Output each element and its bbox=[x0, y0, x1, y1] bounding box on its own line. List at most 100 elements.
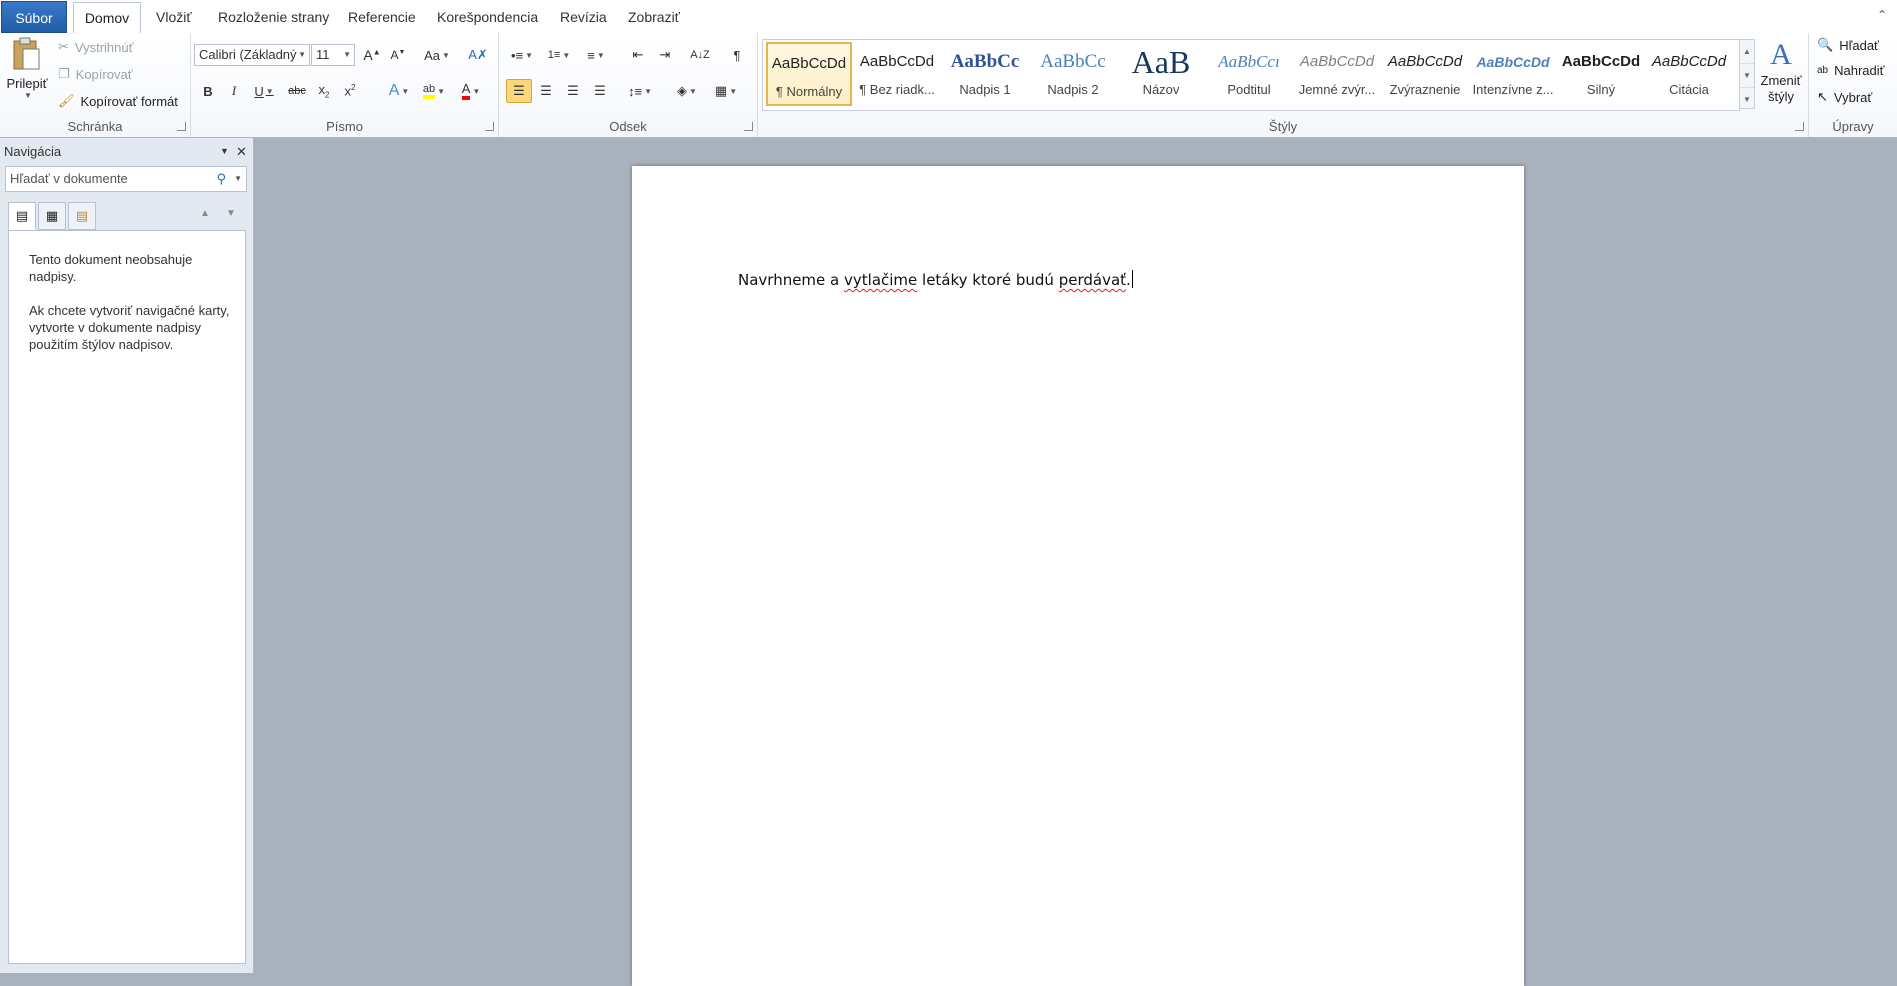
numbering-button[interactable]: 1≡ ▼ bbox=[542, 43, 576, 67]
style-no-spacing[interactable]: AaBbCcDd ¶ Bez riadk... bbox=[854, 42, 940, 106]
tab-insert[interactable]: Vložiť bbox=[146, 4, 202, 32]
highlight-button[interactable]: ab ▼ bbox=[417, 79, 451, 103]
text-effects-button[interactable]: A ▼ bbox=[384, 79, 414, 103]
style-normal[interactable]: AaBbCcDd ¶ Normálny bbox=[766, 42, 852, 106]
tab-review[interactable]: Revízia bbox=[550, 4, 617, 32]
change-styles-button[interactable]: A Zmeniť štýly bbox=[1758, 37, 1804, 117]
next-heading-icon[interactable]: ▼ bbox=[226, 208, 236, 219]
show-formatting-button[interactable]: ¶ bbox=[724, 43, 750, 67]
find-button[interactable]: 🔍 Hľadať bbox=[1817, 37, 1879, 53]
style-name: Zvýraznenie bbox=[1389, 82, 1461, 97]
group-label-paragraph: Odsek bbox=[609, 119, 647, 134]
clipboard-launcher-icon[interactable] bbox=[177, 122, 186, 131]
line-spacing-icon: ↕≡ bbox=[627, 83, 643, 99]
shading-button[interactable]: ◈ ▼ bbox=[669, 79, 705, 103]
styles-launcher-icon[interactable] bbox=[1795, 122, 1804, 131]
document-page[interactable]: Navrhneme a vytlačime letáky ktoré budú … bbox=[632, 166, 1524, 986]
nav-options-icon[interactable]: ▼ bbox=[220, 146, 229, 156]
binoculars-icon: 🔍 bbox=[1817, 37, 1834, 52]
chevron-down-icon: ▼ bbox=[298, 50, 306, 59]
tab-file[interactable]: Súbor bbox=[1, 1, 67, 33]
align-left-button[interactable]: ☰ bbox=[506, 79, 532, 103]
style-heading-1[interactable]: AaBbCc Nadpis 1 bbox=[942, 42, 1028, 106]
style-intense-emphasis[interactable]: AaBbCcDd Intenzívne z... bbox=[1470, 42, 1556, 106]
tab-page-layout[interactable]: Rozloženie strany bbox=[208, 4, 339, 32]
align-center-button[interactable]: ☰ bbox=[533, 79, 559, 103]
gallery-more-icon[interactable]: ▼ bbox=[1740, 88, 1754, 111]
underline-button[interactable]: U ▼ bbox=[247, 79, 281, 103]
clear-formatting-button[interactable]: A✗ bbox=[465, 43, 491, 67]
style-emphasis[interactable]: AaBbCcDd Zvýraznenie bbox=[1382, 42, 1468, 106]
shrink-font-button[interactable]: A▼ bbox=[385, 43, 411, 67]
line-spacing-button[interactable]: ↕≡ ▼ bbox=[623, 79, 657, 103]
style-title[interactable]: AaB Názov bbox=[1118, 42, 1204, 106]
font-launcher-icon[interactable] bbox=[485, 122, 494, 131]
style-subtitle[interactable]: AaBbCcı Podtitul bbox=[1206, 42, 1292, 106]
font-name-combo[interactable]: Calibri (Základný ▼ bbox=[194, 44, 310, 66]
style-quote[interactable]: AaBbCcDd Citácia bbox=[1646, 42, 1732, 106]
cut-button[interactable]: ✂ Vystrihnúť bbox=[58, 39, 134, 55]
replace-button[interactable]: ab Nahradiť bbox=[1817, 63, 1885, 78]
tab-headings[interactable]: ▤ bbox=[8, 202, 36, 230]
decrease-indent-button[interactable]: ⇤ bbox=[625, 43, 651, 67]
sort-button[interactable]: A↓Z bbox=[687, 43, 713, 67]
style-name: Nadpis 2 bbox=[1047, 82, 1099, 97]
copy-button[interactable]: ❐ Kopírovať bbox=[58, 66, 133, 82]
group-editing: 🔍 Hľadať ab Nahradiť ↖ Vybrať Úpravy bbox=[1809, 33, 1897, 137]
paste-button[interactable]: Prilepiť ▼ bbox=[6, 37, 48, 109]
bold-button[interactable]: B bbox=[195, 79, 221, 103]
search-icon[interactable]: ⚲ bbox=[216, 167, 226, 191]
grow-font-button[interactable]: A▲ bbox=[359, 43, 385, 67]
search-dropdown-icon[interactable]: ▼ bbox=[234, 167, 242, 191]
copy-label: Kopírovať bbox=[75, 66, 133, 82]
format-painter-button[interactable]: 🖌 Kopírovať formát bbox=[58, 93, 178, 109]
style-heading-2[interactable]: AaBbCc Nadpis 2 bbox=[1030, 42, 1116, 106]
paragraph-launcher-icon[interactable] bbox=[744, 122, 753, 131]
superscript-button[interactable]: x2 bbox=[337, 79, 363, 103]
font-size-value: 11 bbox=[316, 47, 330, 62]
chevron-down-icon: ▼ bbox=[343, 50, 351, 59]
change-case-icon: Aa bbox=[424, 47, 440, 63]
subscript-button[interactable]: x2 bbox=[311, 79, 337, 103]
tab-pages[interactable]: ▦ bbox=[38, 202, 66, 230]
style-name: Nadpis 1 bbox=[959, 82, 1011, 97]
misspelled-word[interactable]: vytlačime bbox=[844, 271, 917, 289]
align-right-button[interactable]: ☰ bbox=[560, 79, 586, 103]
font-color-button[interactable]: A ▼ bbox=[454, 79, 488, 103]
collapse-ribbon-icon[interactable]: ⌃ bbox=[1877, 8, 1887, 22]
strikethrough-button[interactable]: abc bbox=[284, 79, 310, 103]
nav-content: Tento dokument neobsahuje nadpisy. Ak ch… bbox=[8, 230, 246, 964]
underline-icon: U bbox=[254, 83, 264, 99]
multilevel-list-button[interactable]: ≡ ▼ bbox=[579, 43, 613, 67]
cursor-icon: ↖ bbox=[1817, 89, 1828, 104]
change-case-button[interactable]: Aa ▼ bbox=[420, 43, 454, 67]
tab-mailings[interactable]: Korešpondencia bbox=[427, 4, 548, 32]
bullets-button[interactable]: •≡ ▼ bbox=[505, 43, 539, 67]
document-paragraph[interactable]: Navrhneme a vytlačime letáky ktoré budú … bbox=[738, 270, 1133, 289]
gallery-scroll-down-icon[interactable]: ▼ bbox=[1740, 64, 1754, 88]
borders-button[interactable]: ▦ ▼ bbox=[708, 79, 744, 103]
font-size-combo[interactable]: 11 ▼ bbox=[311, 44, 355, 66]
select-button[interactable]: ↖ Vybrať bbox=[1817, 89, 1872, 105]
close-icon[interactable]: ✕ bbox=[236, 144, 247, 160]
tab-view[interactable]: Zobraziť bbox=[618, 4, 690, 32]
search-input[interactable]: Hľadať v dokumente ⚲ ▼ bbox=[5, 166, 247, 192]
pilcrow-icon: ¶ bbox=[733, 47, 741, 63]
italic-button[interactable]: I bbox=[221, 79, 247, 103]
tab-references[interactable]: Referencie bbox=[338, 4, 426, 32]
increase-indent-button[interactable]: ⇥ bbox=[652, 43, 678, 67]
style-strong[interactable]: AaBbCcDd Silný bbox=[1558, 42, 1644, 106]
misspelled-word[interactable]: perdávať bbox=[1059, 271, 1126, 289]
style-name: Jemné zvýr... bbox=[1298, 82, 1376, 97]
strikethrough-icon: abc bbox=[288, 85, 306, 97]
paste-dropdown-icon[interactable]: ▼ bbox=[8, 91, 48, 100]
tab-home[interactable]: Domov bbox=[73, 2, 141, 34]
gallery-scroll-up-icon[interactable]: ▲ bbox=[1740, 40, 1754, 64]
style-subtle-emphasis[interactable]: AaBbCcDd Jemné zvýr... bbox=[1294, 42, 1380, 106]
document-area[interactable]: Navrhneme a vytlačime letáky ktoré budú … bbox=[254, 138, 1897, 986]
bullet-list-icon: •≡ bbox=[510, 47, 524, 63]
tab-results[interactable]: ▤ bbox=[68, 202, 96, 230]
justify-button[interactable]: ☰ bbox=[587, 79, 613, 103]
previous-heading-icon[interactable]: ▲ bbox=[200, 208, 210, 219]
numbered-list-icon: 1≡ bbox=[547, 49, 561, 61]
